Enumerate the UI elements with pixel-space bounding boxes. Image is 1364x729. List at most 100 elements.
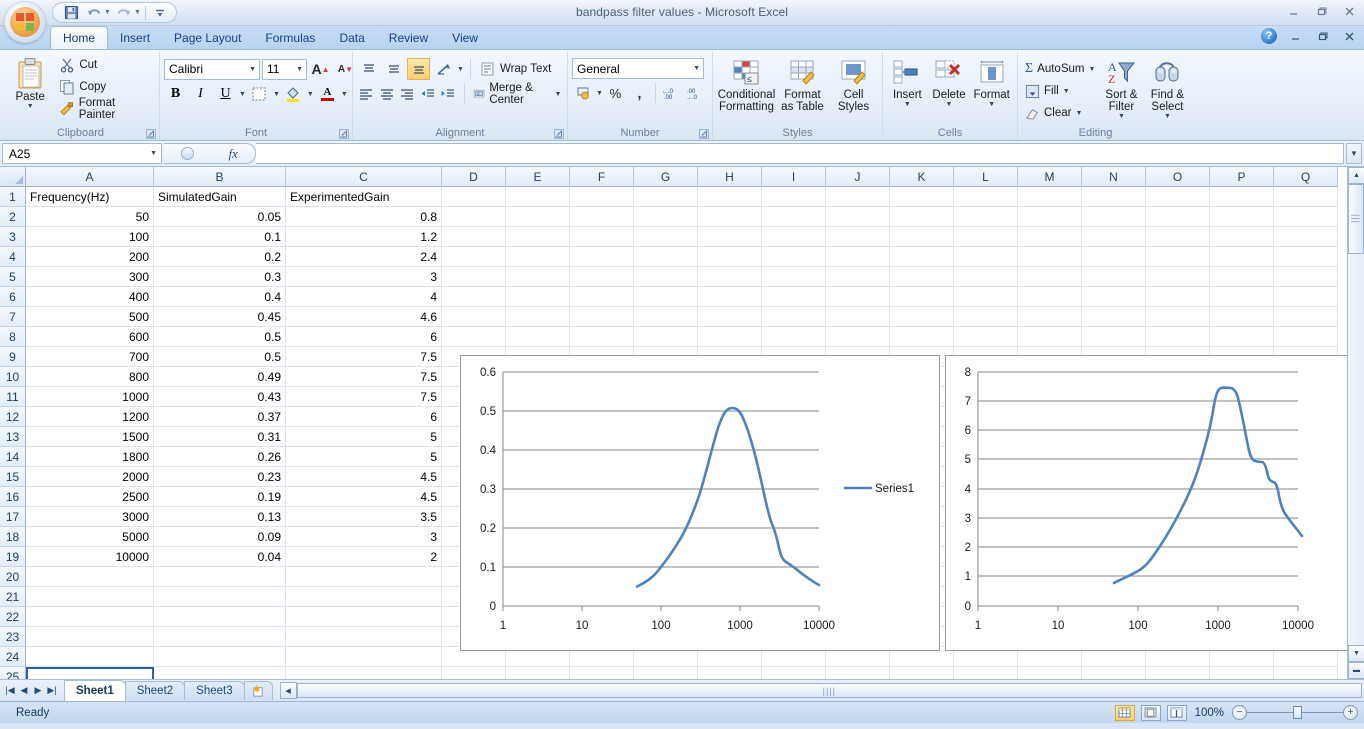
cell-J4[interactable] [826,247,890,267]
accounting-dropdown-caret-icon[interactable]: ▼ [596,90,603,97]
cell-A15[interactable]: 2000 [26,467,154,487]
font-color-button[interactable]: A [316,83,339,105]
cell-A17[interactable]: 3000 [26,507,154,527]
grow-font-button[interactable]: A ▲ [309,58,332,80]
format-painter-button[interactable]: Format Painter [56,97,155,121]
autosum-dropdown-caret-icon[interactable]: ▼ [1088,66,1095,73]
cell-G6[interactable] [634,287,698,307]
cell-C24[interactable] [286,647,442,667]
cell-L3[interactable] [954,227,1018,247]
cell-C14[interactable]: 5 [286,447,442,467]
row-header-7[interactable]: 7 [0,307,26,327]
cell-L5[interactable] [954,267,1018,287]
paste-dropdown-caret-icon[interactable]: ▼ [27,103,34,110]
cell-E8[interactable] [506,327,570,347]
clipboard-dialog-launcher[interactable] [145,128,156,139]
decrease-indent-button[interactable] [419,83,438,105]
decrease-decimal-button[interactable]: .00 →.0 [684,82,707,104]
cell-K1[interactable] [890,187,954,207]
cell-A24[interactable] [26,647,154,667]
cell-P5[interactable] [1210,267,1274,287]
cell-H8[interactable] [698,327,762,347]
cell-P1[interactable] [1210,187,1274,207]
italic-button[interactable]: I [189,83,212,105]
percent-style-button[interactable]: % [604,82,627,104]
cell-M5[interactable] [1018,267,1082,287]
cell-E4[interactable] [506,247,570,267]
number-format-select[interactable]: General ▼ [572,58,704,79]
cell-K5[interactable] [890,267,954,287]
ribbon-tab-review[interactable]: Review [377,26,440,49]
cell-J3[interactable] [826,227,890,247]
cell-B21[interactable] [154,587,286,607]
sort-filter-button[interactable]: A Z Sort & Filter ▼ [1098,56,1144,120]
cell-I1[interactable] [762,187,826,207]
row-header-5[interactable]: 5 [0,267,26,287]
cell-E1[interactable] [506,187,570,207]
horizontal-scrollbar[interactable]: |||| [296,683,1362,698]
alignment-dialog-launcher[interactable] [553,128,564,139]
row-header-11[interactable]: 11 [0,387,26,407]
row-header-16[interactable]: 16 [0,487,26,507]
cell-H3[interactable] [698,227,762,247]
paste-button[interactable]: Paste ▼ [6,54,54,110]
cell-F5[interactable] [570,267,634,287]
cell-C8[interactable]: 6 [286,327,442,347]
increase-indent-button[interactable] [439,83,458,105]
undo-icon[interactable] [84,4,104,21]
cell-styles-button[interactable]: Cell Styles [830,56,878,113]
cell-M8[interactable] [1018,327,1082,347]
cell-A3[interactable]: 100 [26,227,154,247]
cell-C16[interactable]: 4.5 [286,487,442,507]
column-header-L[interactable]: L [954,167,1018,187]
row-header-21[interactable]: 21 [0,587,26,607]
cell-O2[interactable] [1146,207,1210,227]
cell-C12[interactable]: 6 [286,407,442,427]
cell-C9[interactable]: 7.5 [286,347,442,367]
cell-B16[interactable]: 0.19 [154,487,286,507]
cell-C21[interactable] [286,587,442,607]
cell-C6[interactable]: 4 [286,287,442,307]
cell-B5[interactable]: 0.3 [154,267,286,287]
column-header-B[interactable]: B [154,167,286,187]
cell-J6[interactable] [826,287,890,307]
underline-dropdown-caret-icon[interactable]: ▼ [239,91,246,98]
clear-button[interactable]: Clear ▼ [1022,102,1098,124]
cell-I25[interactable] [762,667,826,679]
cut-button[interactable]: Cut [56,54,155,76]
zoom-level-label[interactable]: 100% [1193,707,1226,719]
cell-A10[interactable]: 800 [26,367,154,387]
redo-icon[interactable] [114,4,134,21]
cell-A21[interactable] [26,587,154,607]
restore-button-outer[interactable] [1312,2,1330,20]
cell-G3[interactable] [634,227,698,247]
cell-A8[interactable]: 600 [26,327,154,347]
cell-A22[interactable] [26,607,154,627]
cell-N6[interactable] [1082,287,1146,307]
cell-C3[interactable]: 1.2 [286,227,442,247]
cell-B13[interactable]: 0.31 [154,427,286,447]
next-sheet-button[interactable]: ▶ [32,685,44,696]
cell-L6[interactable] [954,287,1018,307]
cell-Q4[interactable] [1274,247,1338,267]
cell-I5[interactable] [762,267,826,287]
cell-F1[interactable] [570,187,634,207]
vertical-scroll-thumb[interactable]: ||| [1348,184,1364,254]
cell-F2[interactable] [570,207,634,227]
cell-B22[interactable] [154,607,286,627]
font-dialog-launcher[interactable] [338,128,349,139]
cell-B9[interactable]: 0.5 [154,347,286,367]
cell-H5[interactable] [698,267,762,287]
cell-P8[interactable] [1210,327,1274,347]
cell-P6[interactable] [1210,287,1274,307]
row-header-14[interactable]: 14 [0,447,26,467]
scroll-down-button[interactable]: ▼ [1348,645,1364,662]
cell-N5[interactable] [1082,267,1146,287]
row-header-6[interactable]: 6 [0,287,26,307]
cell-I8[interactable] [762,327,826,347]
cell-A4[interactable]: 200 [26,247,154,267]
hscroll-left-button[interactable]: ◀ [279,682,297,699]
minimize-button-inner[interactable] [1286,27,1304,45]
cell-B14[interactable]: 0.26 [154,447,286,467]
column-header-K[interactable]: K [890,167,954,187]
